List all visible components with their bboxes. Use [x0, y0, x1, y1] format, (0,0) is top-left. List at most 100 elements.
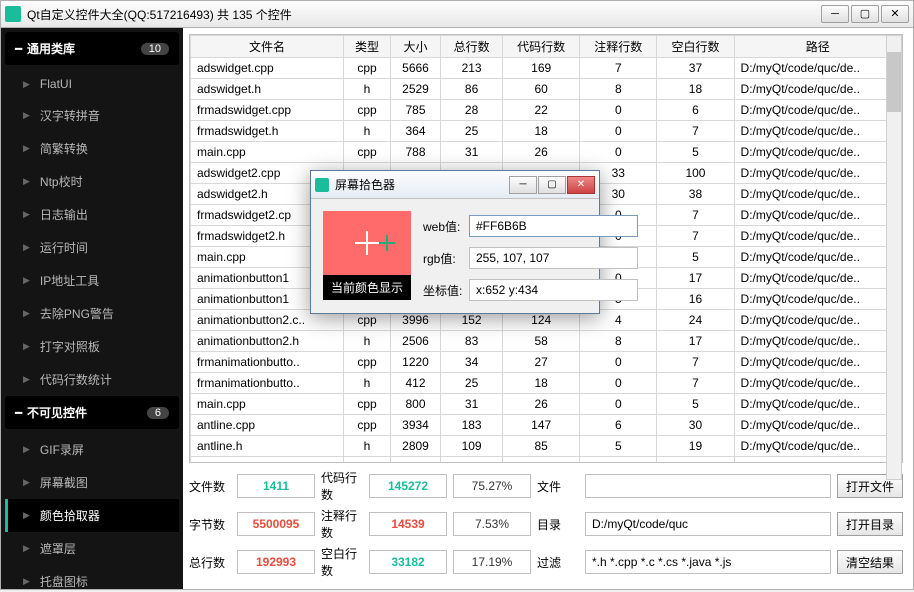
table-row[interactable]: animationbutton2.hh25068358817D:/myQt/co…: [191, 331, 902, 352]
table-cell: 28: [441, 100, 503, 121]
chevron-down-icon: ━: [15, 406, 27, 420]
clear-results-button[interactable]: 清空结果: [837, 550, 903, 574]
sidebar-item[interactable]: ▶Ntp校时: [5, 165, 179, 198]
sidebar-item[interactable]: ▶IP地址工具: [5, 264, 179, 297]
table-cell: D:/myQt/code/quc/de..: [734, 79, 901, 100]
triangle-icon: ▶: [23, 242, 30, 253]
table-cell: 0: [580, 121, 657, 142]
sidebar-item[interactable]: ▶遮罩层: [5, 532, 179, 565]
table-cell: 5: [657, 142, 734, 163]
table-row[interactable]: antline.hh280910985519D:/myQt/code/quc/d…: [191, 436, 902, 457]
table-cell: cpp: [344, 394, 391, 415]
sidebar-item[interactable]: ▶GIF录屏: [5, 433, 179, 466]
xy-value[interactable]: x:652 y:434: [469, 279, 638, 301]
triangle-icon: ▶: [23, 510, 30, 521]
table-cell: 27: [503, 352, 580, 373]
sidebar-item[interactable]: ▶颜色拾取器: [5, 499, 179, 532]
vertical-scrollbar[interactable]: [886, 35, 902, 480]
table-cell: D:/myQt/code/quc/de..: [734, 247, 901, 268]
table-row[interactable]: adswidget.hh25298660818D:/myQt/code/quc/…: [191, 79, 902, 100]
table-cell: 5: [657, 394, 734, 415]
color-swatch: [323, 211, 411, 275]
table-cell: 34: [441, 352, 503, 373]
table-row[interactable]: frmadswidget.cppcpp785282206D:/myQt/code…: [191, 100, 902, 121]
table-cell: D:/myQt/code/quc/de..: [734, 58, 901, 79]
table-cell: frmanimationbutto..: [191, 373, 344, 394]
sidebar-item[interactable]: ▶去除PNG警告: [5, 297, 179, 330]
table-cell: 213: [441, 58, 503, 79]
table-cell: 800: [390, 394, 440, 415]
value-code-lines: 145272: [369, 474, 447, 498]
label-comment-lines: 注释行数: [321, 507, 363, 541]
table-cell: 147: [503, 415, 580, 436]
sidebar-item[interactable]: ▶汉字转拼音: [5, 99, 179, 132]
maximize-button[interactable]: ▢: [851, 5, 879, 23]
sidebar-section-header[interactable]: ━通用类库10: [5, 32, 179, 65]
sidebar-item[interactable]: ▶打字对照板: [5, 330, 179, 363]
sidebar-item[interactable]: ▶日志输出: [5, 198, 179, 231]
table-cell: D:/myQt/code/quc/de..: [734, 163, 901, 184]
input-filter[interactable]: *.h *.cpp *.c *.cs *.java *.js: [585, 550, 831, 574]
table-cell: 19: [657, 436, 734, 457]
table-row[interactable]: adswidget.cppcpp5666213169737D:/myQt/cod…: [191, 58, 902, 79]
table-cell: 6: [657, 100, 734, 121]
sidebar-item[interactable]: ▶托盘图标: [5, 565, 179, 589]
dialog-titlebar[interactable]: 屏幕拾色器 ─ ▢ ✕: [311, 171, 599, 199]
sidebar-item[interactable]: ▶屏幕截图: [5, 466, 179, 499]
table-header[interactable]: 注释行数: [580, 36, 657, 58]
sidebar-section-header[interactable]: ━不可见控件6: [5, 396, 179, 429]
table-cell: 18: [503, 373, 580, 394]
sidebar-item-label: GIF录屏: [40, 441, 84, 458]
table-cell: 169: [503, 58, 580, 79]
table-row[interactable]: frmanimationbutto..h412251807D:/myQt/cod…: [191, 373, 902, 394]
table-cell: 25: [441, 121, 503, 142]
input-file-path[interactable]: [585, 474, 831, 498]
table-header[interactable]: 类型: [344, 36, 391, 58]
web-value-input[interactable]: [469, 215, 638, 237]
table-header[interactable]: 大小: [390, 36, 440, 58]
table-cell: 30: [657, 415, 734, 436]
value-total-lines: 192993: [237, 550, 315, 574]
sidebar: ━通用类库10 ▶ FlatUI ▶汉字转拼音▶简繁转换▶Ntp校时▶日志输出▶运行时…: [1, 28, 183, 589]
table-cell: h: [344, 121, 391, 142]
table-header[interactable]: 空白行数: [657, 36, 734, 58]
table-cell: 85: [503, 436, 580, 457]
triangle-icon: ▶: [23, 79, 30, 90]
open-dir-button[interactable]: 打开目录: [837, 512, 903, 536]
table-header[interactable]: 总行数: [441, 36, 503, 58]
sidebar-item[interactable]: ▶ FlatUI: [5, 69, 179, 99]
table-row[interactable]: frmanimationbutto..cpp1220342707D:/myQt/…: [191, 352, 902, 373]
table-row[interactable]: antline.cppcpp3934183147630D:/myQt/code/…: [191, 415, 902, 436]
table-cell: antline.cpp: [191, 415, 344, 436]
table-header[interactable]: 代码行数: [503, 36, 580, 58]
color-picker-dialog: 屏幕拾色器 ─ ▢ ✕ 当前颜色显示 web值: rgb值: 255, 107,…: [310, 170, 600, 314]
dialog-close-button[interactable]: ✕: [567, 176, 595, 194]
table-header[interactable]: 文件名: [191, 36, 344, 58]
table-row[interactable]: main.cppcpp788312605D:/myQt/code/quc/de.…: [191, 142, 902, 163]
table-row[interactable]: main.cppcpp800312605D:/myQt/code/quc/de.…: [191, 394, 902, 415]
table-cell: D:/myQt/code/quc/de..: [734, 415, 901, 436]
table-row[interactable]: frmadswidget.hh364251807D:/myQt/code/quc…: [191, 121, 902, 142]
sidebar-item[interactable]: ▶简繁转换: [5, 132, 179, 165]
input-dir-path[interactable]: D:/myQt/code/quc: [585, 512, 831, 536]
table-cell: 18: [503, 121, 580, 142]
sidebar-item[interactable]: ▶运行时间: [5, 231, 179, 264]
table-cell: 83: [441, 331, 503, 352]
table-cell: D:/myQt/code/quc/de..: [734, 100, 901, 121]
sidebar-item-label: FlatUI: [40, 77, 72, 91]
label-filter: 过滤: [537, 554, 579, 571]
table-cell: 6: [580, 415, 657, 436]
main-titlebar: Qt自定义控件大全(QQ:517216493) 共 135 个控件 ─ ▢ ✕: [0, 0, 914, 28]
dialog-minimize-button[interactable]: ─: [509, 176, 537, 194]
section-label: 不可见控件: [27, 404, 147, 421]
label-file-count: 文件数: [189, 478, 231, 495]
dialog-maximize-button[interactable]: ▢: [538, 176, 566, 194]
triangle-icon: ▶: [23, 275, 30, 286]
table-cell: 7: [657, 352, 734, 373]
close-button[interactable]: ✕: [881, 5, 909, 23]
rgb-value[interactable]: 255, 107, 107: [469, 247, 638, 269]
sidebar-item[interactable]: ▶代码行数统计: [5, 363, 179, 396]
table-cell: 7: [657, 226, 734, 247]
table-header[interactable]: 路径: [734, 36, 901, 58]
minimize-button[interactable]: ─: [821, 5, 849, 23]
